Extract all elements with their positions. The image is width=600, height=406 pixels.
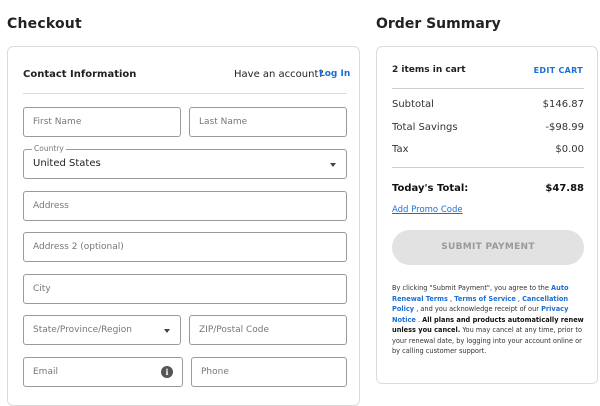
divider: [23, 93, 347, 94]
zip-field[interactable]: ZIP/Postal Code: [189, 315, 347, 345]
subtotal-label: Subtotal: [392, 99, 434, 110]
city-placeholder: City: [33, 284, 51, 294]
total-value: $47.88: [545, 183, 584, 194]
email-placeholder: Email: [33, 367, 58, 377]
address-field[interactable]: Address: [23, 191, 347, 221]
total-label: Today's Total:: [392, 183, 469, 194]
first-name-placeholder: First Name: [33, 117, 82, 127]
divider: [392, 88, 584, 89]
state-select[interactable]: State/Province/Region: [23, 315, 181, 345]
chevron-down-icon: [330, 163, 336, 167]
login-link[interactable]: Log In: [319, 69, 350, 79]
address2-field[interactable]: Address 2 (optional): [23, 232, 347, 262]
phone-placeholder: Phone: [201, 367, 229, 377]
country-value: United States: [33, 158, 101, 169]
order-summary-title: Order Summary: [376, 16, 501, 32]
divider: [392, 167, 584, 168]
first-name-field[interactable]: First Name: [23, 107, 181, 137]
order-summary-card: 2 items in cart EDIT CART Subtotal $146.…: [376, 46, 598, 384]
address-placeholder: Address: [33, 201, 69, 211]
have-account-text: Have an account?: [234, 69, 324, 80]
tax-label: Tax: [392, 144, 409, 155]
last-name-field[interactable]: Last Name: [189, 107, 347, 137]
state-placeholder: State/Province/Region: [33, 325, 132, 335]
page-title: Checkout: [7, 16, 82, 32]
savings-label: Total Savings: [392, 122, 458, 133]
tax-value: $0.00: [555, 144, 584, 155]
add-promo-code-link[interactable]: Add Promo Code: [392, 205, 463, 215]
subtotal-value: $146.87: [542, 99, 584, 110]
legal-text: By clicking "Submit Payment", you agree …: [392, 284, 552, 292]
last-name-placeholder: Last Name: [199, 117, 248, 127]
cart-item-count: 2 items in cart: [392, 65, 466, 75]
email-field[interactable]: Email i: [23, 357, 183, 387]
legal-disclaimer: By clicking "Submit Payment", you agree …: [392, 283, 586, 357]
edit-cart-link[interactable]: EDIT CART: [534, 66, 583, 75]
contact-information-heading: Contact Information: [23, 69, 137, 80]
submit-payment-button[interactable]: SUBMIT PAYMENT: [392, 230, 584, 265]
checkout-card: Contact Information Have an account? Log…: [7, 46, 360, 406]
terms-of-service-link[interactable]: Terms of Service: [454, 295, 516, 303]
phone-field[interactable]: Phone: [191, 357, 347, 387]
savings-value: -$98.99: [545, 122, 584, 133]
country-label: Country: [32, 144, 66, 153]
chevron-down-icon: [164, 329, 170, 333]
info-icon[interactable]: i: [161, 366, 173, 378]
address2-placeholder: Address 2 (optional): [33, 242, 124, 252]
city-field[interactable]: City: [23, 274, 347, 304]
zip-placeholder: ZIP/Postal Code: [199, 325, 270, 335]
country-select[interactable]: Country United States: [23, 144, 347, 179]
legal-text: , and you acknowledge receipt of our: [414, 305, 542, 313]
